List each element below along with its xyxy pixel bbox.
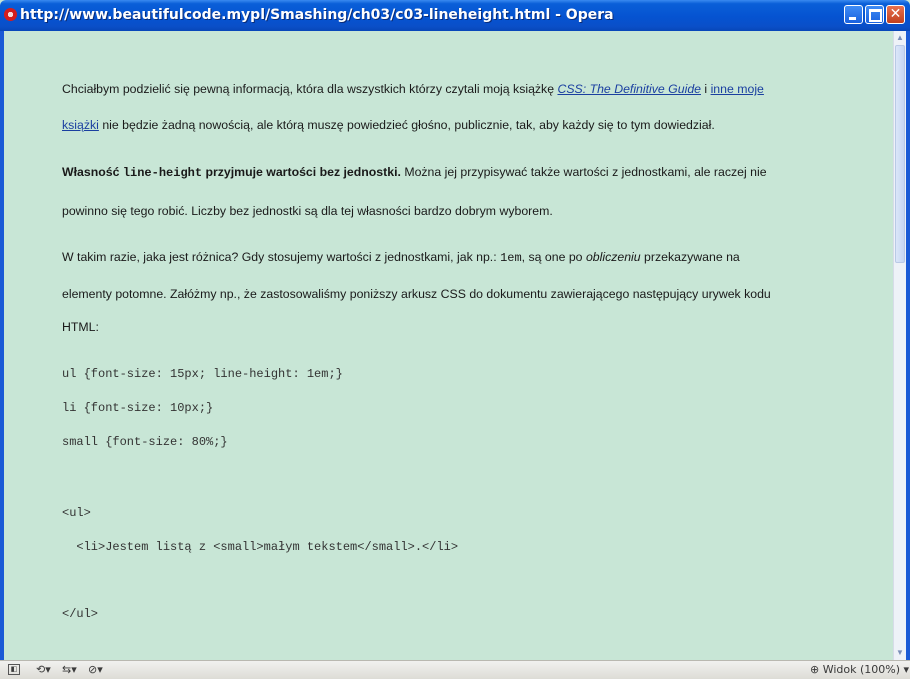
text: , są one po	[521, 250, 586, 264]
minimize-button[interactable]	[844, 5, 863, 24]
opera-logo-icon	[4, 8, 17, 21]
text: W takim razie, jaka jest różnica? Gdy st…	[62, 250, 501, 264]
paragraph-2-line-1: Własność line-height przyjmuje wartości …	[62, 165, 767, 180]
opera-sync-icon[interactable]: ⟲▾	[36, 663, 51, 677]
minimize-icon	[849, 17, 856, 20]
paragraph-3-line-3: HTML:	[62, 320, 99, 334]
vertical-scrollbar[interactable]: ▲ ▼	[893, 31, 906, 660]
definitive-guide-link[interactable]: CSS: The Definitive Guide	[557, 82, 701, 96]
paragraph-2-line-2: powinno się tego robić. Liczby bez jedno…	[62, 204, 553, 218]
emphasis-text: obliczeniu	[585, 250, 641, 264]
scroll-up-arrow-icon[interactable]: ▲	[894, 31, 906, 45]
paragraph-3-line-1: W takim razie, jaka jest różnica? Gdy st…	[62, 250, 740, 265]
opera-turbo-icon[interactable]: ⊘▾	[88, 663, 103, 677]
code-line: ul {font-size: 15px; line-height: 1em;}	[62, 367, 343, 381]
status-bar: ◧ ⟲▾ ⇆▾ ⊘▾ ⊕ Widok (100%) ▾	[0, 660, 910, 679]
title-bar[interactable]: http://www.beautifulcode.mypl/Smashing/c…	[0, 0, 910, 31]
paragraph-1-line-1: Chciałbym podzielić się pewną informacją…	[62, 82, 764, 96]
bold-text: przyjmuje wartości bez jednostki.	[202, 165, 401, 179]
inline-code: line-height	[122, 166, 203, 180]
opera-unite-icon[interactable]: ⇆▾	[62, 663, 77, 677]
chevron-down-icon: ▾	[903, 663, 910, 676]
maximize-button[interactable]	[865, 5, 884, 24]
code-line: small {font-size: 80%;}	[62, 435, 228, 449]
text: nie będzie żadną nowością, ale którą mus…	[98, 118, 715, 132]
link-text: CSS: The Definitive Guide	[557, 82, 701, 96]
paragraph-3-line-2: elementy potomne. Załóżmy np., że zastos…	[62, 287, 771, 301]
zoom-label: Widok (100%)	[822, 663, 901, 676]
inline-code: 1em	[500, 251, 522, 265]
zoom-icon: ⊕	[810, 663, 820, 676]
other-books-link-continued[interactable]: książki	[62, 118, 99, 132]
zoom-control[interactable]: ⊕ Widok (100%) ▾	[810, 663, 909, 677]
window-frame-right	[906, 31, 910, 679]
panels-toggle-icon[interactable]: ◧	[8, 664, 20, 675]
scroll-thumb[interactable]	[895, 45, 905, 263]
page-content[interactable]: Chciałbym podzielić się pewną informacją…	[4, 31, 893, 660]
text: i	[701, 82, 711, 96]
maximize-icon	[869, 9, 882, 22]
paragraph-1-line-2: książki nie będzie żadną nowością, ale k…	[62, 118, 715, 132]
text: Chciałbym podzielić się pewną informacją…	[62, 82, 558, 96]
bold-text: Własność	[62, 165, 123, 179]
window-title: http://www.beautifulcode.mypl/Smashing/c…	[20, 7, 614, 23]
code-line: <ul>	[62, 506, 91, 520]
scroll-down-arrow-icon[interactable]: ▼	[894, 646, 906, 660]
other-books-link[interactable]: inne moje	[711, 82, 764, 96]
close-button[interactable]: ✕	[886, 5, 905, 24]
close-icon: ✕	[889, 6, 902, 22]
text: Można jej przypisywać także wartości z j…	[400, 165, 767, 179]
code-line: li {font-size: 10px;}	[62, 401, 214, 415]
code-line: <li>Jestem listą z <small>małym tekstem<…	[62, 540, 459, 554]
text: przekazywane na	[640, 250, 740, 264]
code-line: </ul>	[62, 607, 99, 621]
